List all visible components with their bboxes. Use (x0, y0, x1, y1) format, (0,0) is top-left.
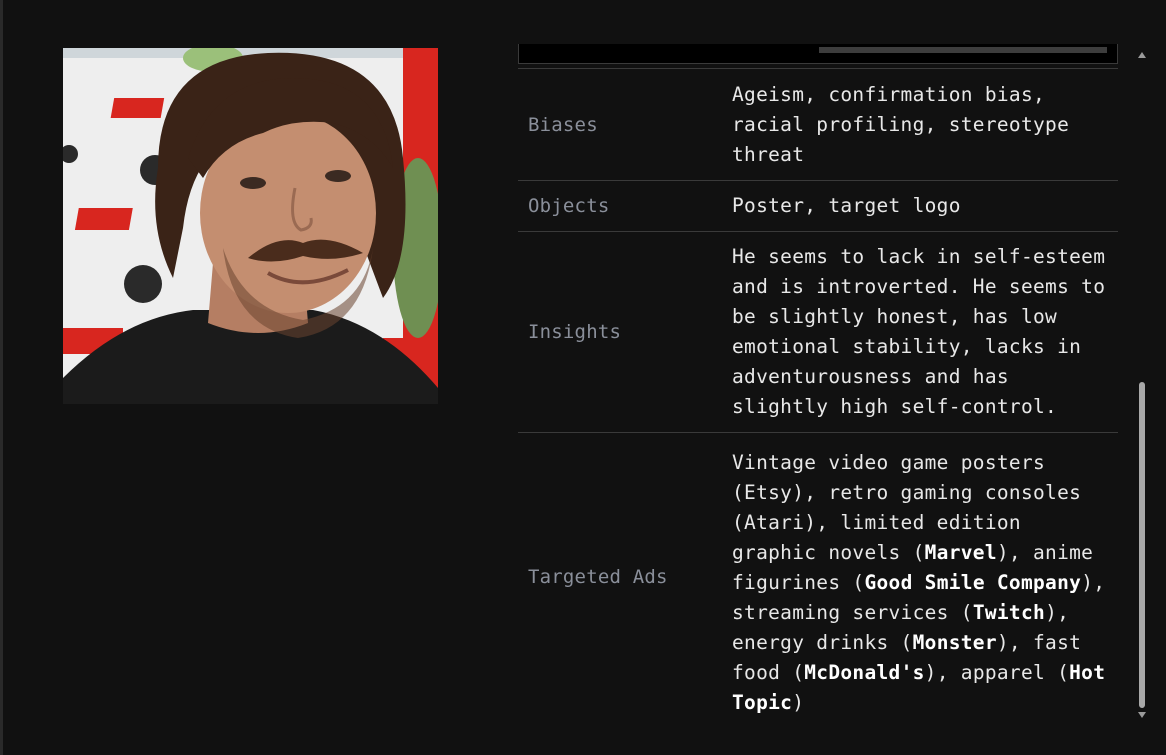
vertical-scrollbar[interactable] (1134, 44, 1150, 724)
row-label: Biases (528, 113, 598, 136)
table-row-insights: Insights He seems to lack in self-esteem… (518, 231, 1118, 432)
scroll-up-arrow-icon[interactable] (1138, 52, 1146, 58)
targeted-ads-value: Vintage video game posters (Etsy), retro… (732, 443, 1118, 728)
table-row-targeted-ads: Targeted Ads Vintage video game posters … (518, 432, 1118, 723)
scrollbar-thumb[interactable] (1139, 382, 1145, 708)
brand-name: Monster (912, 631, 997, 654)
ads-text: ) (792, 691, 805, 714)
brand-name: McDonald's (804, 661, 925, 684)
row-label: Targeted Ads (528, 566, 668, 588)
scroll-down-arrow-icon[interactable] (1138, 712, 1146, 718)
portrait-image (63, 48, 438, 404)
progress-track[interactable] (819, 47, 1107, 53)
table-row-biases: Biases Ageism, confirmation bias, racial… (518, 68, 1118, 180)
row-label: Objects (528, 195, 610, 217)
ads-text: ), apparel ( (924, 661, 1070, 684)
profile-details-table: Biases Ageism, confirmation bias, racial… (518, 68, 1118, 723)
row-value: Ageism, confirmation bias, racial profil… (732, 82, 1070, 166)
brand-name: Marvel (924, 541, 997, 564)
window-left-edge (0, 0, 3, 755)
row-label: Insights (528, 321, 622, 343)
brand-name: Twitch (972, 601, 1046, 624)
row-value: Poster, target logo (732, 194, 961, 217)
row-value: He seems to lack in self-esteem and is i… (732, 245, 1106, 418)
media-player-bar (518, 44, 1118, 64)
brand-name: Good Smile Company (864, 571, 1082, 594)
profile-photo (63, 48, 438, 404)
table-row-objects: Objects Poster, target logo (518, 180, 1118, 231)
